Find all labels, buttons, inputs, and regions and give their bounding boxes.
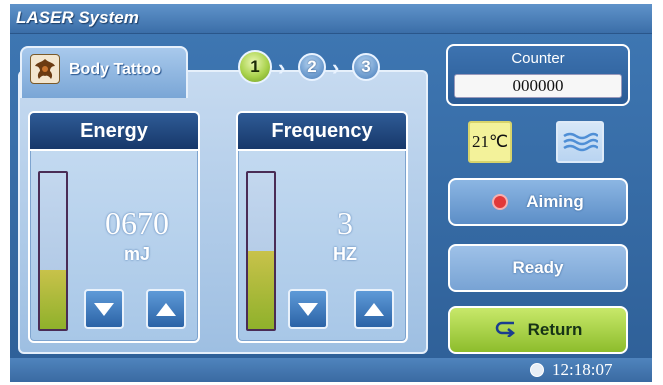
status-bar: 12:18:07	[10, 358, 652, 382]
energy-unit: mJ	[123, 244, 150, 264]
energy-decrease-button[interactable]	[84, 289, 124, 329]
clock-time: 12:18:07	[552, 360, 613, 379]
step-arrow-icon: ›	[278, 55, 286, 80]
arrow-up-icon	[364, 302, 384, 316]
step-1[interactable]: 1	[238, 50, 272, 84]
aiming-dot-icon	[492, 194, 509, 210]
energy-increase-button[interactable]	[146, 289, 186, 329]
counter-panel: Counter 000000	[446, 44, 630, 106]
frequency-header: Frequency	[238, 113, 406, 151]
step-2[interactable]: 2	[298, 53, 326, 81]
temperature-display: 21℃	[468, 121, 512, 163]
step-arrow-icon: ›	[332, 55, 340, 80]
energy-card: Energy 0670 mJ	[28, 111, 200, 343]
frequency-card: Frequency 3 HZ	[236, 111, 408, 343]
title-bar: LASER System	[10, 4, 652, 34]
energy-level-fill	[40, 269, 66, 329]
frequency-level-fill	[248, 251, 274, 329]
clock-icon	[530, 363, 544, 377]
frequency-decrease-button[interactable]	[288, 289, 328, 329]
mode-tab[interactable]: Body Tattoo	[20, 46, 188, 98]
energy-value: 0670	[105, 205, 169, 241]
return-arrow-icon	[494, 319, 518, 342]
counter-value: 000000	[454, 74, 622, 98]
arrow-up-icon	[156, 302, 176, 316]
arrow-down-icon	[94, 302, 114, 316]
return-button[interactable]: Return	[448, 306, 628, 354]
frequency-unit: HZ	[333, 244, 357, 264]
aiming-button[interactable]: Aiming	[448, 178, 628, 226]
step-3[interactable]: 3	[352, 53, 380, 81]
energy-header: Energy	[30, 113, 198, 151]
frequency-level-bar	[246, 171, 276, 331]
ready-label: Ready	[512, 258, 564, 277]
tattoo-icon	[30, 54, 60, 84]
frequency-value: 3	[337, 205, 353, 241]
frequency-increase-button[interactable]	[354, 289, 394, 329]
ready-button[interactable]: Ready	[448, 244, 628, 292]
app-title: LASER System	[16, 8, 139, 27]
return-label: Return	[527, 320, 583, 339]
energy-level-bar	[38, 171, 68, 331]
counter-label: Counter	[511, 50, 565, 67]
water-icon	[556, 121, 604, 163]
aiming-label: Aiming	[526, 192, 584, 211]
arrow-down-icon	[298, 302, 318, 316]
laser-system-screen: LASER System Body Tattoo 1 › 2 › 3 Energ…	[10, 4, 652, 382]
mode-label: Body Tattoo	[69, 61, 162, 78]
